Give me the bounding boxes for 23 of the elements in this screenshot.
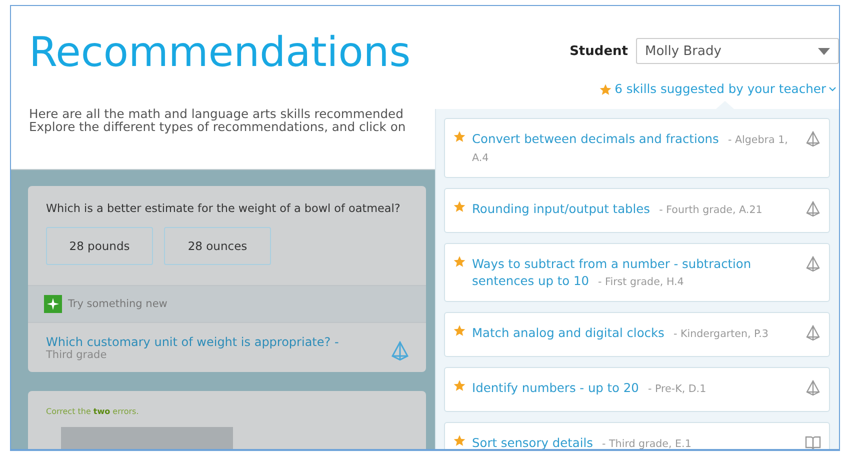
skill-link[interactable]: Match analog and digital clocks - Kindergarten, P.3 [472, 324, 799, 342]
intro-text: Explore the different types of recommendations, and click on [29, 121, 407, 134]
student-select[interactable]: Molly Brady [636, 38, 839, 64]
skill-card[interactable]: Match analog and digital clocks - Kindergarten, P.3 [444, 312, 830, 357]
skill-link[interactable]: Ways to subtract from a number - subtraction sentences up to 10 - First grade, H.4 [472, 255, 799, 290]
student-label: Student [570, 44, 628, 58]
skill-grade: Third grade [46, 349, 108, 361]
skill-link[interactable]: Convert between decimals and fractions - Algebra 1, A.4 [472, 130, 799, 166]
instruction-text: Correct the two errors. [45, 406, 140, 416]
answer-button[interactable]: 28 pounds [46, 227, 153, 265]
suggested-skills-link[interactable]: 6 skills suggested by your teacher [614, 82, 826, 96]
skill-link[interactable]: Rounding input/output tables - Fourth grade, A.21 [472, 200, 799, 218]
question-text: Which is a better estimate for the weight of a bowl of oatmeal? [45, 201, 402, 215]
banner-text: Try something new [68, 298, 168, 310]
skill-card[interactable]: Rounding input/output tables - Fourth grade, A.21 [444, 188, 830, 233]
skill-link[interactable]: Identify numbers - up to 20 - Pre-K, D.1 [472, 379, 799, 397]
page-title: Recommendations [29, 28, 411, 76]
skill-card[interactable]: Identify numbers - up to 20 - Pre-K, D.1 [444, 367, 830, 412]
skill-card[interactable]: Ways to subtract from a number - subtraction sentences up to 10 - First grade, H.4 [444, 243, 830, 302]
intro-text: Here are all the math and language arts skills recommended [29, 108, 404, 121]
skill-card[interactable]: Convert between decimals and fractions - Algebra 1, A.4 [444, 118, 830, 178]
answer-button[interactable]: 28 ounces [164, 227, 271, 265]
skill-link[interactable]: Which customary unit of weight is appropriate? - [46, 335, 339, 349]
